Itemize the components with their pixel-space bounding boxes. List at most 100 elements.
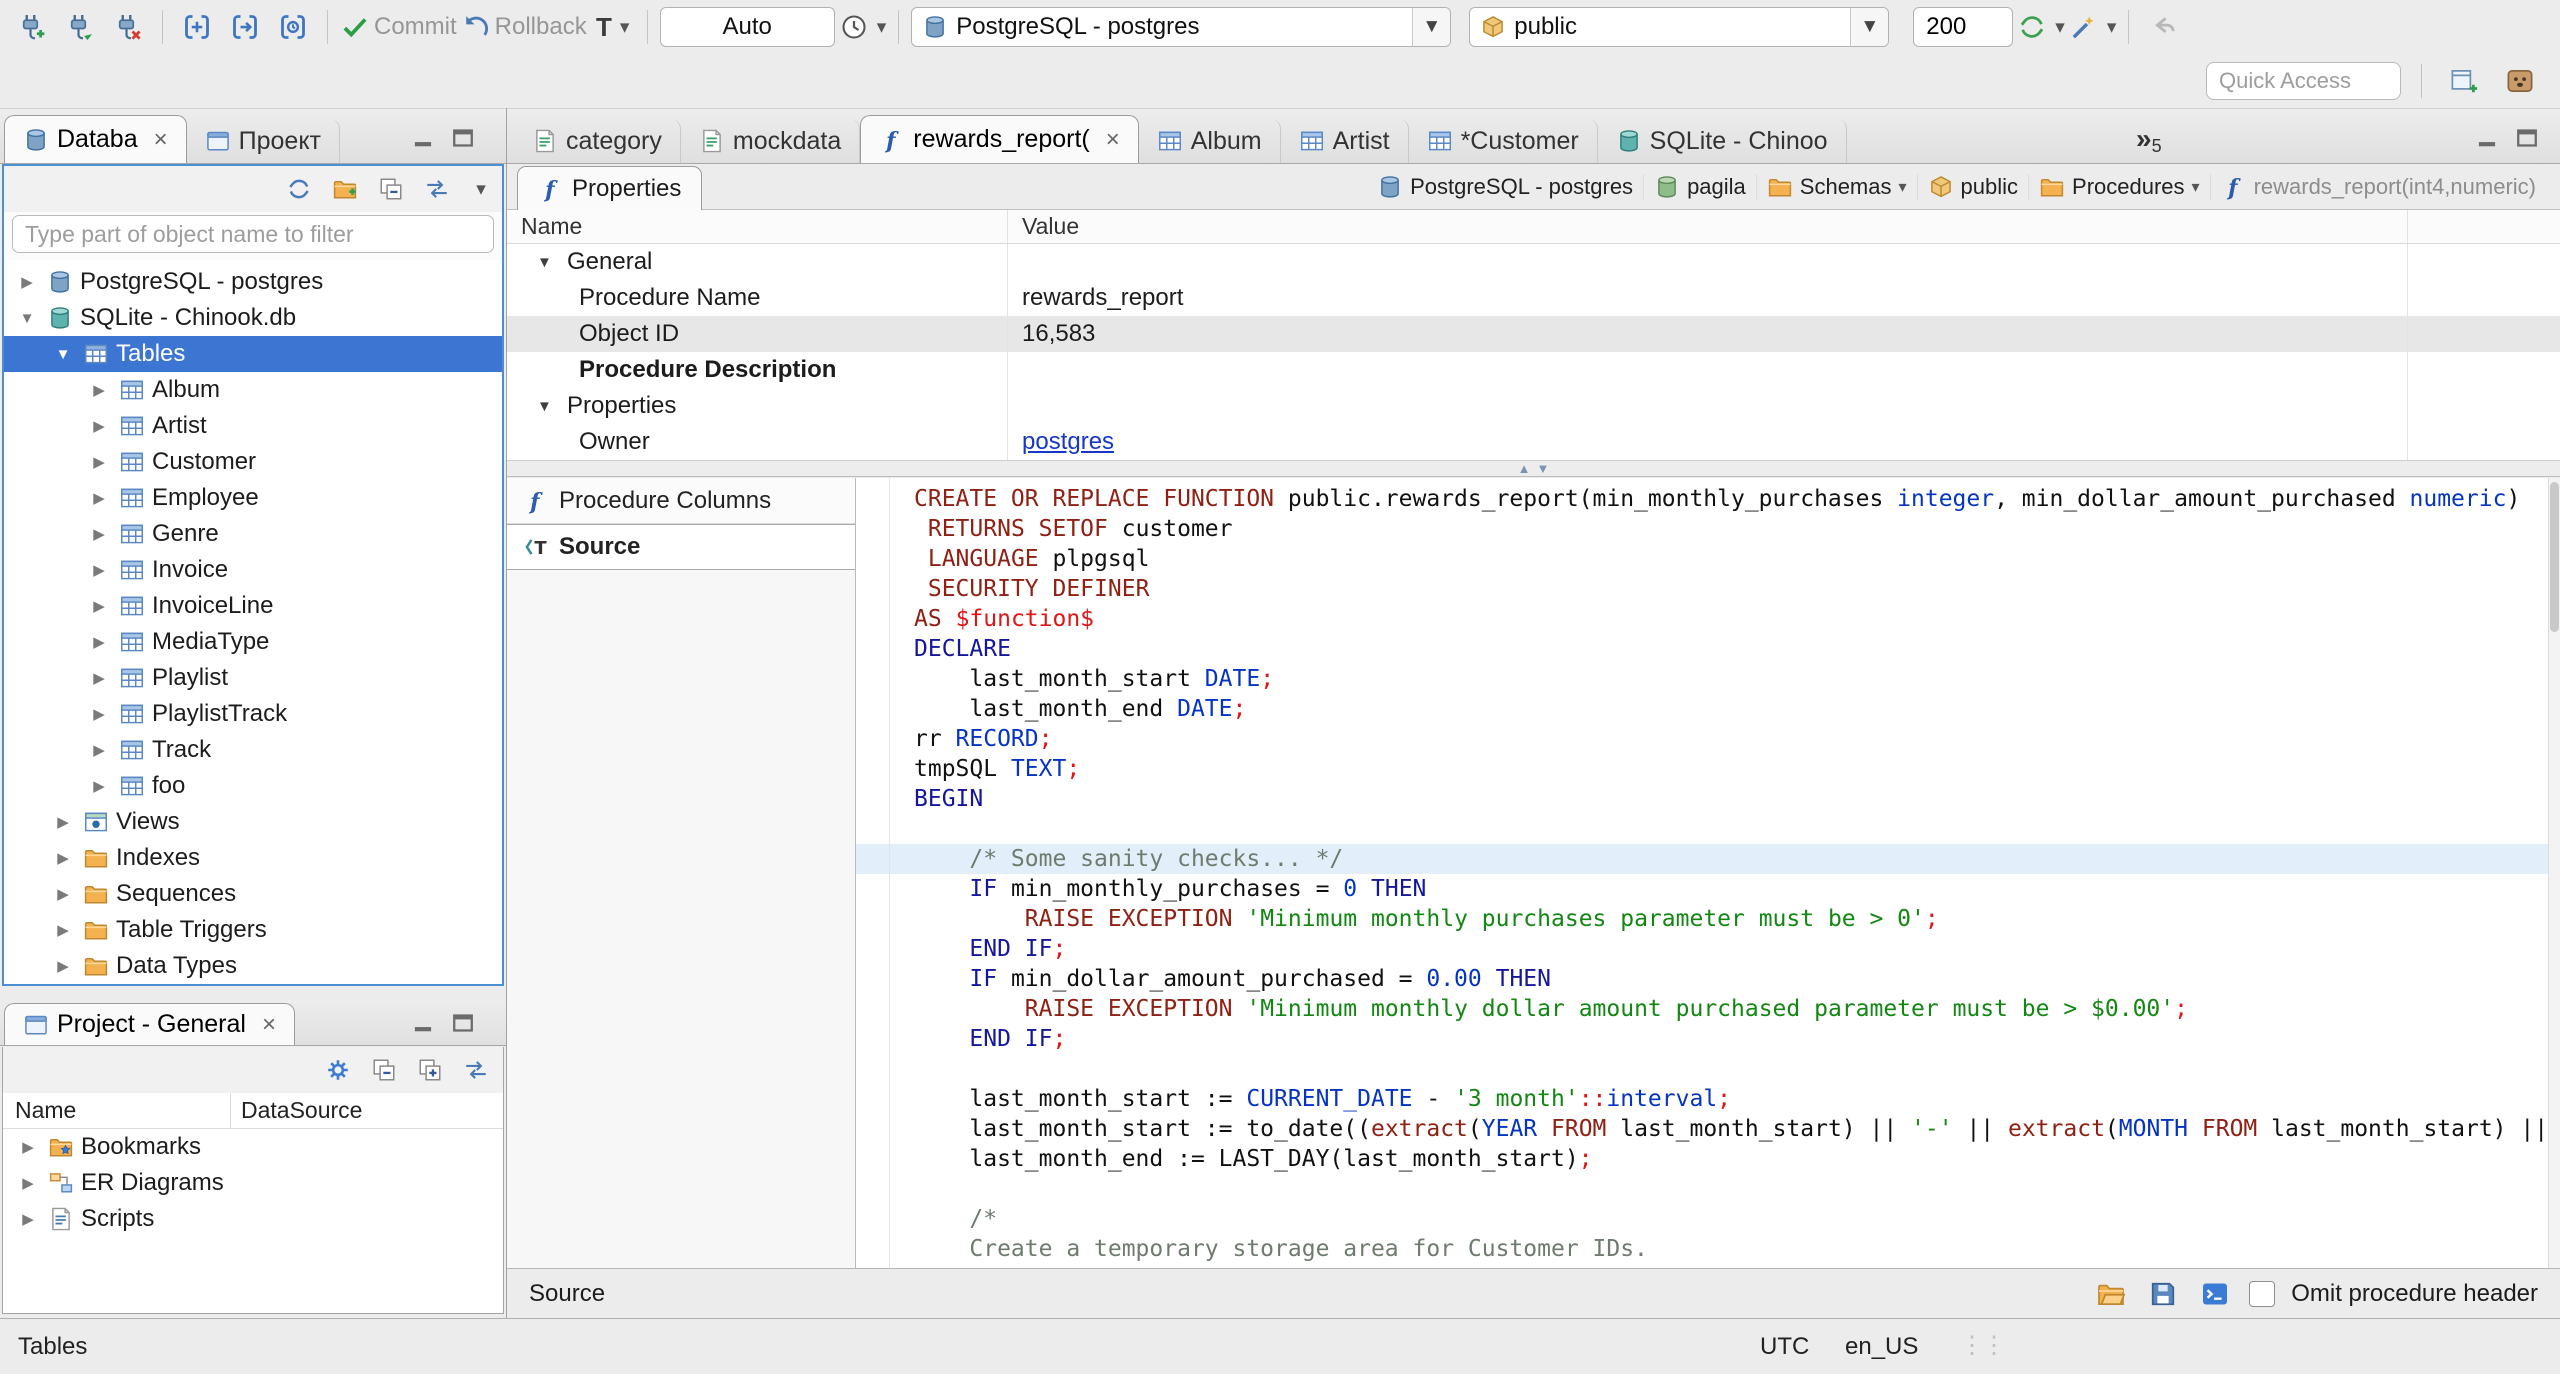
minimize-button[interactable] <box>408 1008 438 1038</box>
side-tab-procedure-columns[interactable]: f Procedure Columns <box>507 478 855 524</box>
project-item-scripts[interactable]: ▶ Scripts <box>3 1201 503 1237</box>
tree-item-track[interactable]: ▶ Track <box>4 732 502 768</box>
breadcrumb-item-postgresql-postgres[interactable]: PostgreSQL - postgres <box>1367 174 1643 200</box>
chevron-down-icon[interactable]: ▼ <box>1412 8 1451 46</box>
expander-icon[interactable]: ▼ <box>50 346 76 363</box>
save-to-file-button[interactable] <box>2145 1276 2181 1312</box>
expander-icon[interactable]: ▶ <box>50 813 76 831</box>
tree-item-sqlite-chinook-db[interactable]: ▼ SQLite - Chinook.db <box>4 300 502 336</box>
project-items[interactable]: ▶ Bookmarks ▶ ER Diagrams ▶ Scripts <box>3 1129 503 1237</box>
tree-item-album[interactable]: ▶ Album <box>4 372 502 408</box>
editor-tab-rewards-report[interactable]: f rewards_report(× <box>860 115 1139 163</box>
expander-icon[interactable]: ▶ <box>86 489 112 507</box>
tree-item-invoice[interactable]: ▶ Invoice <box>4 552 502 588</box>
refresh-button[interactable]: ▾ <box>2017 5 2065 49</box>
expander-icon[interactable]: ▶ <box>86 777 112 795</box>
commit-button[interactable]: Commit <box>340 5 457 49</box>
expander-icon[interactable]: ▼ <box>537 254 561 271</box>
commit-mode-combo[interactable]: Auto <box>659 7 835 47</box>
close-icon[interactable]: × <box>262 1012 276 1037</box>
expander-icon[interactable]: ▶ <box>86 381 112 399</box>
side-tab-source[interactable]: T Source <box>507 524 855 570</box>
column-header-name[interactable]: Name <box>507 210 1008 243</box>
omit-header-checkbox[interactable] <box>2249 1280 2276 1307</box>
tree-item-tables[interactable]: ▼ Tables <box>4 336 502 372</box>
maximize-button[interactable] <box>2512 123 2542 153</box>
status-timezone[interactable]: UTC <box>1760 1333 1809 1361</box>
column-header-value[interactable]: Value <box>1008 210 2408 243</box>
object-filter-input[interactable] <box>12 215 494 253</box>
property-row-properties[interactable]: ▼ Properties <box>507 388 2560 424</box>
collapse-all-button[interactable] <box>367 1053 401 1087</box>
property-row-procedure-name[interactable]: Procedure Name rewards_report <box>507 280 2560 316</box>
breadcrumb-item-public[interactable]: public <box>1916 174 2028 200</box>
tab-overflow-button[interactable]: » 5 <box>2128 123 2170 163</box>
expander-icon[interactable]: ▶ <box>86 741 112 759</box>
expander-icon[interactable]: ▶ <box>50 849 76 867</box>
expander-icon[interactable]: ▶ <box>86 525 112 543</box>
tree-item-mediatype[interactable]: ▶ MediaType <box>4 624 502 660</box>
new-sql-editor-button[interactable] <box>175 5 219 49</box>
load-from-file-button[interactable] <box>2093 1276 2129 1312</box>
property-row-procedure-description[interactable]: Procedure Description <box>507 352 2560 388</box>
new-folder-button[interactable] <box>328 172 362 206</box>
open-perspective-button[interactable] <box>2442 59 2486 103</box>
collapse-down-icon[interactable]: ▼ <box>1537 461 1550 476</box>
expander-icon[interactable]: ▶ <box>86 453 112 471</box>
chevron-down-icon[interactable]: ▼ <box>1850 8 1889 46</box>
property-row-general[interactable]: ▼ General <box>507 244 2560 280</box>
expander-icon[interactable]: ▶ <box>14 273 40 291</box>
maximize-button[interactable] <box>448 123 478 153</box>
tree-item-customer[interactable]: ▶ Customer <box>4 444 502 480</box>
tree-item-genre[interactable]: ▶ Genre <box>4 516 502 552</box>
project-item-bookmarks[interactable]: ▶ Bookmarks <box>3 1129 503 1165</box>
column-header-name[interactable]: Name <box>3 1093 231 1128</box>
tree-item-indexes[interactable]: ▶ Indexes <box>4 840 502 876</box>
connect-button[interactable] <box>58 5 102 49</box>
expander-icon[interactable]: ▶ <box>86 561 112 579</box>
expander-icon[interactable]: ▶ <box>86 597 112 615</box>
editor-tab-album[interactable]: Album <box>1139 119 1281 163</box>
collapse-up-icon[interactable]: ▲ <box>1518 461 1531 476</box>
navigator-tree[interactable]: ▶ PostgreSQL - postgres ▼ SQLite - Chinook.… <box>4 260 502 984</box>
status-locale[interactable]: en_US <box>1845 1333 1918 1361</box>
expander-icon[interactable]: ▼ <box>537 398 561 415</box>
close-icon[interactable]: × <box>1106 127 1120 152</box>
expand-all-button[interactable] <box>413 1053 447 1087</box>
source-code-editor[interactable]: CREATE OR REPLACE FUNCTION public.reward… <box>856 478 2548 1268</box>
tree-item-playlist[interactable]: ▶ Playlist <box>4 660 502 696</box>
tab-database-navigator[interactable]: Databa × <box>4 115 187 163</box>
expander-icon[interactable]: ▶ <box>15 1138 41 1156</box>
disconnect-button[interactable] <box>106 5 150 49</box>
tree-item-invoiceline[interactable]: ▶ InvoiceLine <box>4 588 502 624</box>
recent-sql-editor-button[interactable] <box>271 5 315 49</box>
undo-button[interactable] <box>2141 5 2185 49</box>
sync-connection-button[interactable] <box>282 172 316 206</box>
transaction-log-button[interactable]: ▾ <box>839 5 886 49</box>
rollback-button[interactable]: Rollback <box>461 5 587 49</box>
transaction-mode-button[interactable]: T ▾ <box>591 5 635 49</box>
breadcrumb-item-schemas[interactable]: Schemas ▾ <box>1755 174 1917 200</box>
expander-icon[interactable]: ▼ <box>14 310 40 327</box>
fetch-size-input[interactable] <box>1913 7 2014 47</box>
tab-properties[interactable]: f Properties <box>517 166 703 210</box>
editor-tab-mockdata[interactable]: mockdata <box>681 119 861 163</box>
minimize-button[interactable] <box>408 123 438 153</box>
tab-project-general[interactable]: Project - General × <box>4 1003 295 1045</box>
configure-button[interactable] <box>321 1053 355 1087</box>
tree-item-postgresql-postgres[interactable]: ▶ PostgreSQL - postgres <box>4 264 502 300</box>
expander-icon[interactable]: ▶ <box>50 957 76 975</box>
tree-item-artist[interactable]: ▶ Artist <box>4 408 502 444</box>
tree-item-foo[interactable]: ▶ foo <box>4 768 502 804</box>
expander-icon[interactable]: ▶ <box>15 1210 41 1228</box>
editor-tab-customer[interactable]: *Customer <box>1409 119 1598 163</box>
schema-combo[interactable]: public ▼ <box>1469 7 1890 47</box>
owner-link[interactable]: postgres <box>1022 428 1114 456</box>
open-sql-editor-button[interactable] <box>223 5 267 49</box>
editor-tab-category[interactable]: category <box>514 119 681 163</box>
link-editor-button[interactable] <box>459 1053 493 1087</box>
editor-tab-artist[interactable]: Artist <box>1281 119 1409 163</box>
sql-assist-button[interactable]: ▾ <box>2069 5 2116 49</box>
tree-item-employee[interactable]: ▶ Employee <box>4 480 502 516</box>
tree-item-table-triggers[interactable]: ▶ Table Triggers <box>4 912 502 948</box>
